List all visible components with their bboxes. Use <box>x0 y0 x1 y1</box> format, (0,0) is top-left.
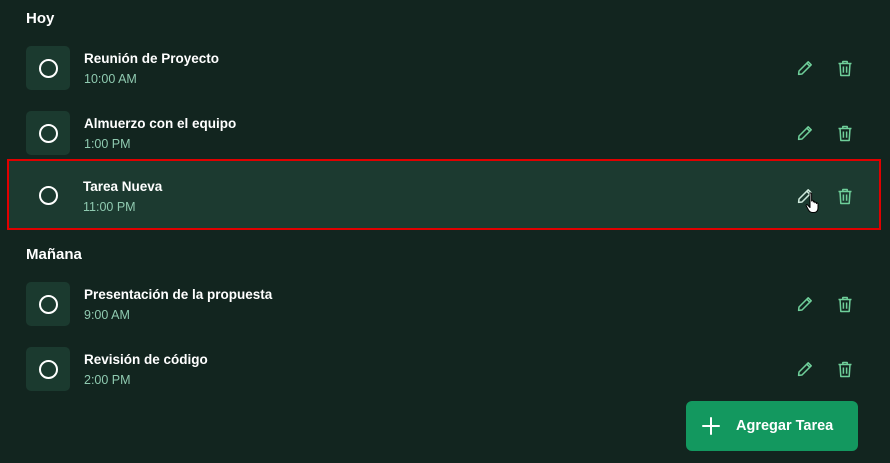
delete-button[interactable] <box>835 58 855 78</box>
task-time: 10:00 AM <box>84 72 137 86</box>
pencil-icon <box>797 61 812 76</box>
circle-checkbox-icon <box>38 359 58 379</box>
task-time: 1:00 PM <box>84 137 131 151</box>
delete-button[interactable] <box>835 186 855 206</box>
edit-button[interactable] <box>795 359 815 379</box>
circle-checkbox-icon <box>38 185 58 205</box>
plus-icon <box>701 416 721 436</box>
delete-button[interactable] <box>835 359 855 379</box>
add-task-label: Agregar Tarea <box>736 418 834 434</box>
task-list-page: Hoy Reunión de Proyecto 10:00 AM Almuerz… <box>0 0 890 463</box>
task-title: Almuerzo con el equipo <box>84 116 237 131</box>
edit-button[interactable] <box>795 58 815 78</box>
section-title-manana: Mañana <box>26 246 82 263</box>
task-checkbox[interactable] <box>26 282 70 326</box>
edit-button[interactable] <box>795 294 815 314</box>
task-item[interactable]: Revisión de código 2:00 PM <box>26 347 880 391</box>
trash-icon <box>838 125 852 141</box>
trash-icon <box>838 188 852 204</box>
task-time: 2:00 PM <box>84 373 131 387</box>
task-checkbox[interactable] <box>26 46 70 90</box>
task-title: Revisión de código <box>84 352 208 367</box>
section-title-hoy: Hoy <box>26 10 55 27</box>
task-item[interactable]: Reunión de Proyecto 10:00 AM <box>26 46 880 90</box>
task-time: 11:00 PM <box>83 200 136 214</box>
hand-cursor-icon <box>805 192 819 213</box>
task-time: 9:00 AM <box>84 308 130 322</box>
add-task-button[interactable]: Agregar Tarea <box>686 401 858 451</box>
edit-button[interactable] <box>795 123 815 143</box>
task-checkbox[interactable] <box>26 173 70 217</box>
trash-icon <box>838 296 852 312</box>
task-title: Presentación de la propuesta <box>84 287 273 302</box>
task-title: Reunión de Proyecto <box>84 51 220 66</box>
task-item[interactable]: Presentación de la propuesta 9:00 AM <box>26 282 880 326</box>
circle-checkbox-icon <box>38 123 58 143</box>
task-item[interactable]: Almuerzo con el equipo 1:00 PM <box>26 111 880 155</box>
task-checkbox[interactable] <box>26 111 70 155</box>
circle-checkbox-icon <box>38 294 58 314</box>
pencil-icon <box>797 362 812 377</box>
trash-icon <box>838 60 852 76</box>
pencil-icon <box>797 126 812 141</box>
task-checkbox[interactable] <box>26 347 70 391</box>
delete-button[interactable] <box>835 294 855 314</box>
circle-checkbox-icon <box>38 58 58 78</box>
trash-icon <box>838 361 852 377</box>
task-item-highlighted[interactable]: Tarea Nueva 11:00 PM <box>7 159 881 230</box>
pencil-icon <box>797 297 812 312</box>
task-title: Tarea Nueva <box>83 179 163 194</box>
delete-button[interactable] <box>835 123 855 143</box>
